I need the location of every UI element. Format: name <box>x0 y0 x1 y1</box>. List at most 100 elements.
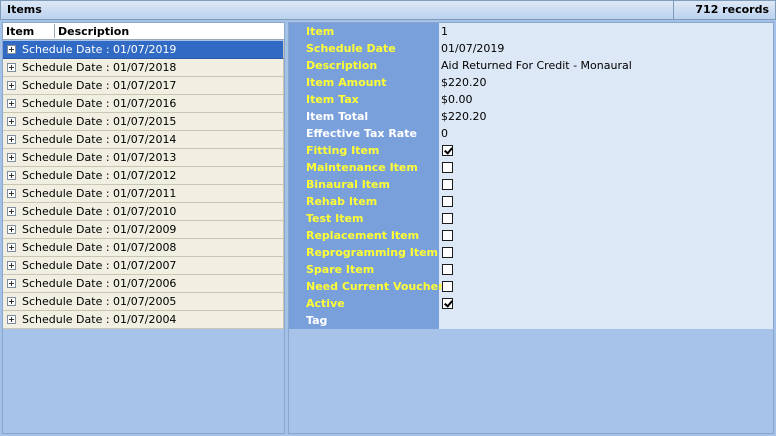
expand-plus-icon[interactable] <box>7 261 16 270</box>
list-item[interactable]: Schedule Date : 01/07/2007 <box>3 257 284 275</box>
property-row: Item Total $220.20 <box>289 108 773 125</box>
record-count: 712 records <box>673 1 775 19</box>
expand-plus-icon[interactable] <box>7 279 16 288</box>
expand-plus-icon[interactable] <box>7 153 16 162</box>
property-label: Replacement Item <box>289 227 439 244</box>
property-row: Fitting Item <box>289 142 773 159</box>
expand-plus-icon[interactable] <box>7 189 16 198</box>
expand-plus-icon[interactable] <box>7 225 16 234</box>
property-label: Need Current Voucher <box>289 278 444 295</box>
list-item-label: Schedule Date : 01/07/2018 <box>22 61 177 74</box>
property-checkbox[interactable] <box>442 213 453 224</box>
property-value[interactable]: 1 <box>441 25 448 38</box>
property-label: Tag <box>289 312 439 329</box>
property-label: Item <box>289 23 439 40</box>
list-item[interactable]: Schedule Date : 01/07/2006 <box>3 275 284 293</box>
property-checkbox[interactable] <box>442 264 453 275</box>
property-row: Maintenance Item <box>289 159 773 176</box>
expand-plus-icon[interactable] <box>7 135 16 144</box>
property-checkbox[interactable] <box>442 230 453 241</box>
list-column-headers: Item Description <box>3 23 284 40</box>
property-value[interactable]: Aid Returned For Credit - Monaural <box>441 59 632 72</box>
list-item[interactable]: Schedule Date : 01/07/2009 <box>3 221 284 239</box>
property-row: Rehab Item <box>289 193 773 210</box>
property-label: Description <box>289 57 439 74</box>
property-checkbox[interactable] <box>442 196 453 207</box>
expand-plus-icon[interactable] <box>7 63 16 72</box>
list-item[interactable]: Schedule Date : 01/07/2018 <box>3 59 284 77</box>
property-label: Item Tax <box>289 91 439 108</box>
property-row: Need Current Voucher <box>289 278 773 295</box>
property-row: Description Aid Returned For Credit - Mon… <box>289 57 773 74</box>
list-item-label: Schedule Date : 01/07/2019 <box>22 43 177 56</box>
property-value[interactable]: $220.20 <box>441 76 487 89</box>
property-value[interactable]: 01/07/2019 <box>441 42 504 55</box>
expand-plus-icon[interactable] <box>7 99 16 108</box>
list-item[interactable]: Schedule Date : 01/07/2010 <box>3 203 284 221</box>
property-checkbox[interactable] <box>442 247 453 258</box>
list-item[interactable]: Schedule Date : 01/07/2004 <box>3 311 284 329</box>
expand-plus-icon[interactable] <box>7 297 16 306</box>
property-checkbox[interactable] <box>442 179 453 190</box>
property-label: Test Item <box>289 210 439 227</box>
list-item-label: Schedule Date : 01/07/2005 <box>22 295 177 308</box>
property-checkbox[interactable] <box>442 298 453 309</box>
property-row: Schedule Date 01/07/2019 <box>289 40 773 57</box>
list-item-label: Schedule Date : 01/07/2007 <box>22 259 177 272</box>
property-row: Item 1 <box>289 23 773 40</box>
expand-plus-icon[interactable] <box>7 207 16 216</box>
property-checkbox[interactable] <box>442 162 453 173</box>
property-label: Binaural Item <box>289 176 439 193</box>
list-item[interactable]: Schedule Date : 01/07/2015 <box>3 113 284 131</box>
expand-plus-icon[interactable] <box>7 81 16 90</box>
property-value[interactable]: $0.00 <box>441 93 473 106</box>
property-label: Item Total <box>289 108 439 125</box>
property-checkbox[interactable] <box>442 281 453 292</box>
list-item-label: Schedule Date : 01/07/2004 <box>22 313 177 326</box>
expand-plus-icon[interactable] <box>7 45 16 54</box>
list-item-label: Schedule Date : 01/07/2008 <box>22 241 177 254</box>
list-item-label: Schedule Date : 01/07/2006 <box>22 277 177 290</box>
property-label: Spare Item <box>289 261 439 278</box>
list-item-label: Schedule Date : 01/07/2015 <box>22 115 177 128</box>
list-item-label: Schedule Date : 01/07/2012 <box>22 169 177 182</box>
property-value[interactable]: $220.20 <box>441 110 487 123</box>
list-item[interactable]: Schedule Date : 01/07/2014 <box>3 131 284 149</box>
expand-plus-icon[interactable] <box>7 171 16 180</box>
column-header-description[interactable]: Description <box>58 25 129 38</box>
expand-plus-icon[interactable] <box>7 117 16 126</box>
property-label: Active <box>289 295 439 312</box>
list-item[interactable]: Schedule Date : 01/07/2011 <box>3 185 284 203</box>
property-row: Item Amount $220.20 <box>289 74 773 91</box>
property-row: Test Item <box>289 210 773 227</box>
property-label: Rehab Item <box>289 193 439 210</box>
property-row: Effective Tax Rate 0 <box>289 125 773 142</box>
expand-plus-icon[interactable] <box>7 243 16 252</box>
list-item-label: Schedule Date : 01/07/2013 <box>22 151 177 164</box>
list-item[interactable]: Schedule Date : 01/07/2005 <box>3 293 284 311</box>
list-item[interactable]: Schedule Date : 01/07/2016 <box>3 95 284 113</box>
expand-plus-icon[interactable] <box>7 315 16 324</box>
property-label: Fitting Item <box>289 142 439 159</box>
item-details-panel: Item 1 Schedule Date 01/07/2019 Description A… <box>288 22 774 434</box>
list-item[interactable]: Schedule Date : 01/07/2013 <box>3 149 284 167</box>
property-row: Item Tax $0.00 <box>289 91 773 108</box>
column-header-item[interactable]: Item <box>6 25 34 38</box>
list-item[interactable]: Schedule Date : 01/07/2012 <box>3 167 284 185</box>
list-item-label: Schedule Date : 01/07/2017 <box>22 79 177 92</box>
list-item-label: Schedule Date : 01/07/2010 <box>22 205 177 218</box>
column-separator[interactable] <box>54 24 55 38</box>
property-value[interactable]: 0 <box>441 127 448 140</box>
list-item-label: Schedule Date : 01/07/2016 <box>22 97 177 110</box>
property-row: Spare Item <box>289 261 773 278</box>
property-row: Active <box>289 295 773 312</box>
list-item[interactable]: Schedule Date : 01/07/2017 <box>3 77 284 95</box>
property-row: Replacement Item <box>289 227 773 244</box>
list-item[interactable]: Schedule Date : 01/07/2019 <box>3 41 284 59</box>
list-item[interactable]: Schedule Date : 01/07/2008 <box>3 239 284 257</box>
items-list: Schedule Date : 01/07/2019 Schedule Date … <box>3 41 284 329</box>
property-label: Item Amount <box>289 74 439 91</box>
property-label: Reprogramming Item <box>289 244 439 261</box>
property-checkbox[interactable] <box>442 145 453 156</box>
items-list-panel: Item Description Schedule Date : 01/07/2… <box>2 22 285 434</box>
